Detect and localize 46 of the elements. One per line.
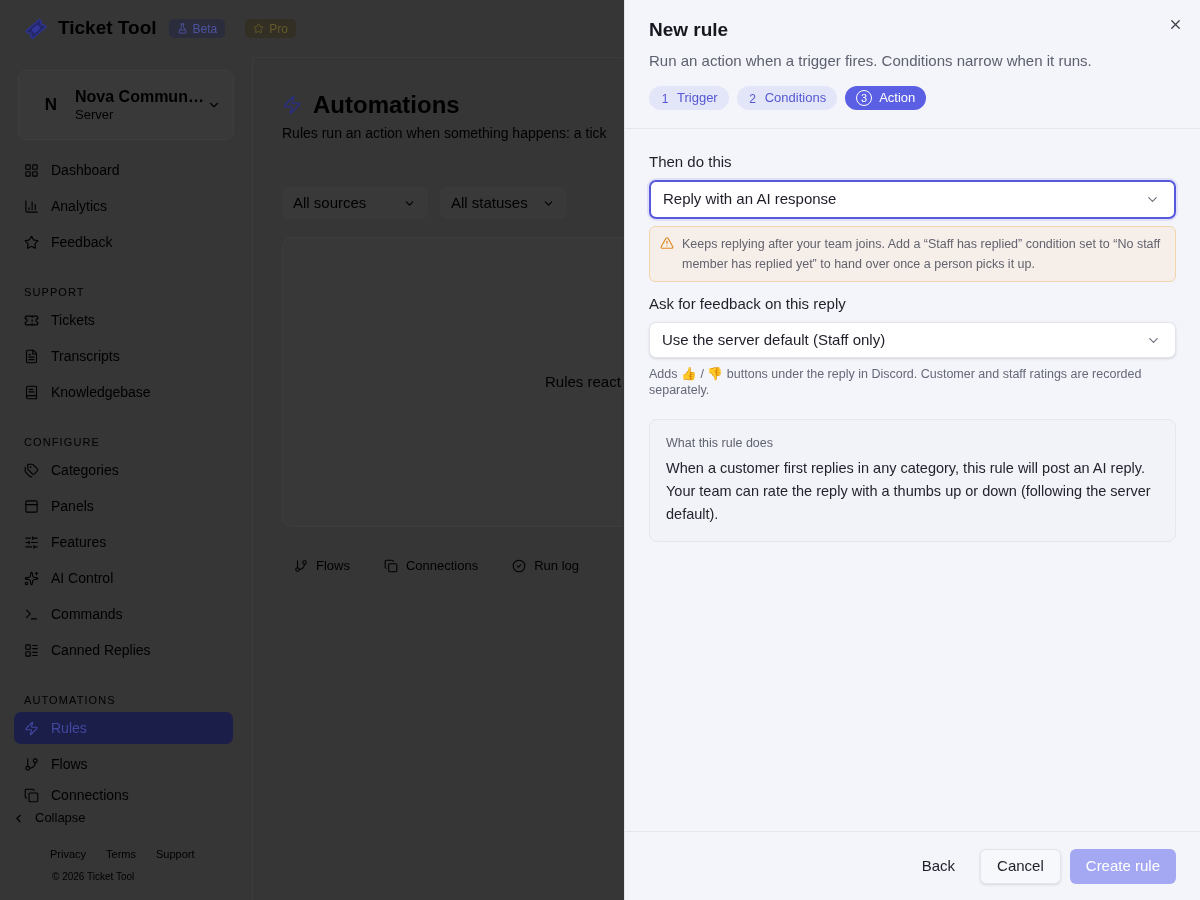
drawer-subtitle: Run an action when a trigger fires. Conditions narrow when it runs. <box>649 51 1093 71</box>
footer-button[interactable]: Back <box>905 848 972 884</box>
branch-icon <box>24 756 39 772</box>
list-layout-icon <box>24 642 39 658</box>
terminal-icon <box>24 606 39 622</box>
grid-icon <box>24 162 39 178</box>
step-tab[interactable]: 1 Trigger <box>649 86 729 110</box>
squares-icon <box>383 559 398 573</box>
sidebar-item[interactable]: Rules <box>14 712 233 744</box>
warning-text: Keeps replying after your team joins. Add a “Staff has replied” condition set to “No staff member has replied yet” to hand over once a person picks it up. <box>682 236 1162 273</box>
squares-icon <box>24 787 39 803</box>
lightning-icon <box>24 720 39 736</box>
flask-icon <box>176 23 188 34</box>
sparkles-icon <box>24 570 39 586</box>
ticket-logo-icon <box>24 16 48 41</box>
tags-icon <box>24 462 39 478</box>
document-icon <box>24 348 39 364</box>
bar-chart-icon <box>24 198 39 214</box>
field-label: Ask for feedback on this reply <box>649 294 847 313</box>
star-icon <box>253 23 265 34</box>
warning-icon <box>660 236 674 250</box>
summary-heading: What this rule does <box>666 435 774 451</box>
server-selector[interactable]: N Nova Commun… Server <box>18 70 234 140</box>
panel-icon <box>24 498 39 514</box>
server-type: Server <box>75 107 115 123</box>
check-circle-icon <box>512 559 527 573</box>
sliders-icon <box>24 534 39 550</box>
branch-icon <box>294 559 308 573</box>
star-icon <box>24 234 39 250</box>
step-tab[interactable]: 3 Action <box>845 86 927 110</box>
summary-text: When a customer first replies in any category, this rule will post an AI reply. Your team can rate the reply with a thumbs up or down (following the server default). <box>666 459 1152 524</box>
ticket-icon <box>24 312 39 328</box>
dropdown-select[interactable]: Reply with an AI response <box>649 180 1176 219</box>
empty-state-text: Rules react <box>545 371 621 392</box>
plan-badge: Beta <box>168 19 226 38</box>
footer-button[interactable]: Cancel <box>980 848 1061 884</box>
step-tab[interactable]: 2 Conditions <box>736 86 838 110</box>
close-icon[interactable] <box>1168 17 1183 32</box>
drawer-title: New rule <box>649 18 730 42</box>
server-avatar: N <box>43 94 59 117</box>
server-name: Nova Commun… <box>75 87 205 107</box>
dropdown-select[interactable]: Use the server default (Staff only) <box>649 322 1176 358</box>
field-label: Then do this <box>649 152 733 171</box>
book-icon <box>24 384 39 400</box>
lightning-icon <box>282 95 302 115</box>
hint-text: Adds 👍 / 👎 buttons under the reply in Discord. Customer and staff ratings are recorded separately. <box>649 366 1143 398</box>
